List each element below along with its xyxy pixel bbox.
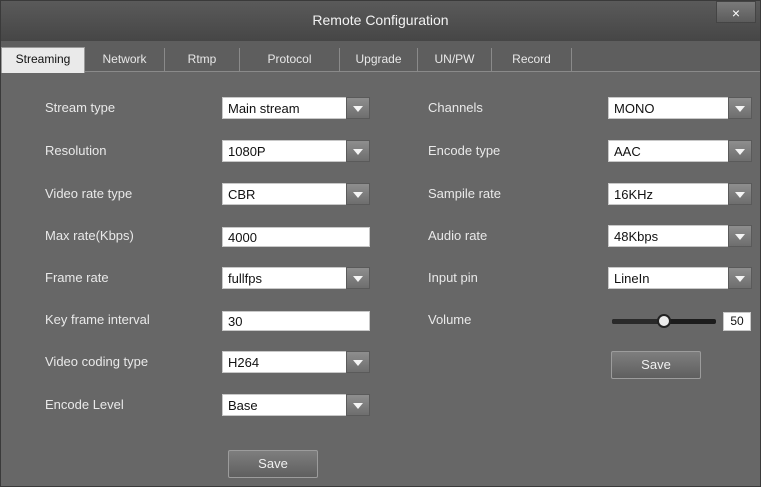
- chevron-down-icon[interactable]: [346, 351, 370, 373]
- volume-slider-thumb[interactable]: [657, 314, 671, 328]
- encode-level-select[interactable]: Base: [222, 394, 370, 416]
- close-icon: ×: [731, 5, 741, 21]
- encode-level-value: Base: [228, 398, 258, 413]
- encode-type-label: Encode type: [428, 143, 501, 158]
- tab-network[interactable]: Network: [85, 48, 165, 72]
- chevron-down-icon[interactable]: [346, 267, 370, 289]
- video-rate-type-select[interactable]: CBR: [222, 183, 370, 205]
- chevron-down-icon[interactable]: [728, 267, 752, 289]
- channels-label: Channels: [428, 100, 483, 115]
- window-title: Remote Configuration: [312, 12, 449, 28]
- volume-slider[interactable]: [612, 314, 716, 328]
- tab-rtmp[interactable]: Rtmp: [165, 48, 240, 72]
- stream-type-value: Main stream: [228, 101, 300, 116]
- streaming-audio-save-button[interactable]: Save: [611, 351, 701, 379]
- chevron-down-icon[interactable]: [728, 97, 752, 119]
- title-bar[interactable]: Remote Configuration ×: [1, 1, 760, 41]
- stream-type-select[interactable]: Main stream: [222, 97, 370, 119]
- max-rate-label: Max rate(Kbps): [45, 228, 134, 243]
- tab-protocol[interactable]: Protocol: [240, 48, 340, 72]
- video-coding-type-select[interactable]: H264: [222, 351, 370, 373]
- streaming-video-save-button[interactable]: Save: [228, 450, 318, 478]
- max-rate-input[interactable]: 4000: [222, 227, 370, 247]
- chevron-down-icon[interactable]: [346, 183, 370, 205]
- chevron-down-icon[interactable]: [346, 140, 370, 162]
- remote-configuration-window: Remote Configuration × Streaming Network…: [0, 0, 761, 487]
- resolution-label: Resolution: [45, 143, 107, 158]
- sample-rate-select[interactable]: 16KHz: [608, 183, 752, 205]
- input-pin-value: LineIn: [614, 271, 650, 286]
- encode-type-value: AAC: [614, 144, 641, 159]
- volume-value: 50: [723, 312, 751, 331]
- video-coding-type-value: H264: [228, 355, 260, 370]
- frame-rate-select[interactable]: fullfps: [222, 267, 370, 289]
- tab-bar: Streaming Network Rtmp Protocol Upgrade …: [1, 41, 760, 73]
- tab-upgrade[interactable]: Upgrade: [340, 48, 418, 72]
- video-rate-type-label: Video rate type: [45, 186, 133, 201]
- encode-level-label: Encode Level: [45, 397, 124, 412]
- encode-type-select[interactable]: AAC: [608, 140, 752, 162]
- close-button[interactable]: ×: [716, 1, 756, 23]
- video-rate-type-value: CBR: [228, 187, 256, 202]
- input-pin-select[interactable]: LineIn: [608, 267, 752, 289]
- volume-label: Volume: [428, 312, 472, 327]
- key-frame-interval-label: Key frame interval: [45, 312, 150, 327]
- channels-value: MONO: [614, 101, 655, 116]
- frame-rate-value: fullfps: [228, 271, 262, 286]
- input-pin-label: Input pin: [428, 270, 478, 285]
- resolution-value: 1080P: [228, 144, 266, 159]
- sample-rate-label: Sampile rate: [428, 186, 501, 201]
- tab-unpw[interactable]: UN/PW: [418, 48, 492, 72]
- audio-rate-label: Audio rate: [428, 228, 488, 243]
- chevron-down-icon[interactable]: [346, 394, 370, 416]
- chevron-down-icon[interactable]: [728, 140, 752, 162]
- key-frame-interval-input[interactable]: 30: [222, 311, 370, 331]
- video-coding-type-label: Video coding type: [45, 354, 149, 369]
- frame-rate-label: Frame rate: [45, 270, 109, 285]
- sample-rate-value: 16KHz: [614, 187, 654, 202]
- tab-record[interactable]: Record: [492, 48, 572, 72]
- resolution-select[interactable]: 1080P: [222, 140, 370, 162]
- chevron-down-icon[interactable]: [728, 183, 752, 205]
- tab-streaming[interactable]: Streaming: [1, 47, 85, 73]
- channels-select[interactable]: MONO: [608, 97, 752, 119]
- chevron-down-icon[interactable]: [346, 97, 370, 119]
- chevron-down-icon[interactable]: [728, 225, 752, 247]
- audio-rate-value: 48Kbps: [614, 229, 659, 244]
- stream-type-label: Stream type: [45, 100, 116, 115]
- audio-rate-select[interactable]: 48Kbps: [608, 225, 752, 247]
